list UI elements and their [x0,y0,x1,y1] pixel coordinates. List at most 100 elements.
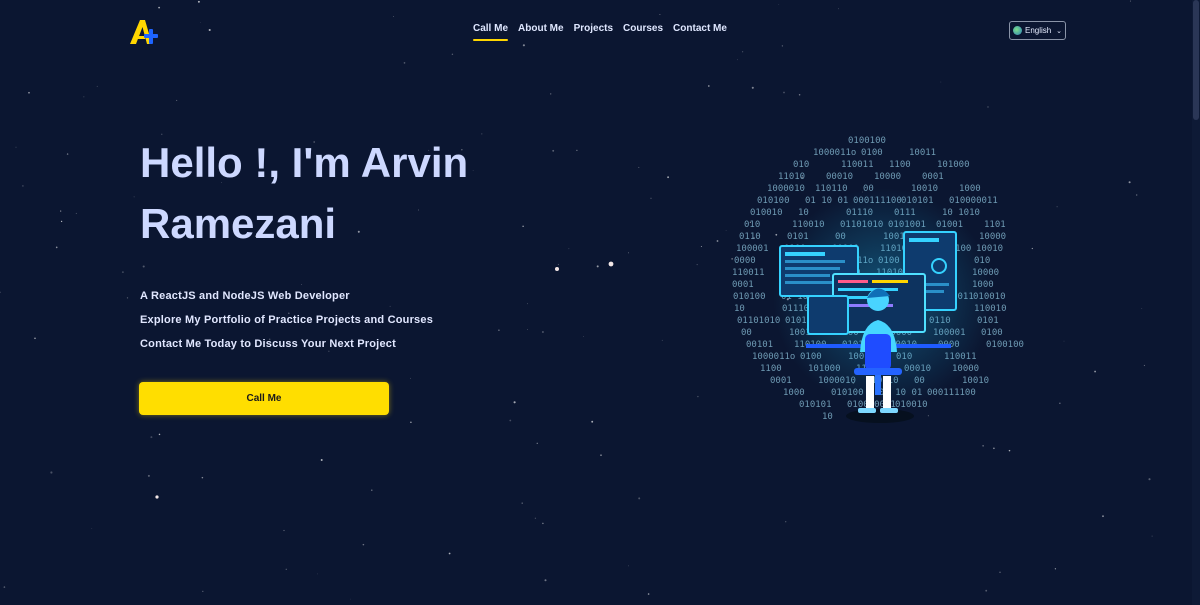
star [536,442,538,444]
star [1054,568,1057,570]
bright-star [555,267,559,271]
star [34,337,36,340]
star [999,571,1001,573]
star [1056,206,1058,208]
star [838,8,839,10]
star [410,421,412,423]
nav-call-me[interactable]: Call Me [473,23,509,41]
star [75,212,77,214]
star [541,330,544,334]
star [596,265,599,268]
star [542,522,544,525]
star [993,447,995,450]
star [28,91,30,94]
star [521,502,523,504]
star [985,589,988,592]
star [15,146,17,148]
star [1129,0,1132,2]
star [410,377,411,379]
star [638,166,640,168]
star [1143,364,1145,367]
star [600,454,602,456]
star [60,210,62,212]
star [176,99,178,101]
scrollbar[interactable] [1192,0,1200,605]
star [22,185,24,187]
language-select[interactable]: English ⌄ [1009,21,1066,40]
globe-icon [1013,26,1022,35]
star [741,51,744,53]
chevron-down-icon: ⌄ [1056,27,1062,35]
star [96,85,98,87]
star [798,94,801,96]
developer-at-computer-illustration [773,188,993,423]
star [133,196,135,198]
call-me-button[interactable]: Call Me [139,382,389,415]
star [638,497,641,500]
star [498,329,500,332]
star [696,264,698,266]
star [987,106,989,108]
star [783,91,785,94]
star [201,476,204,479]
star [1141,308,1143,310]
star [66,153,69,155]
star [550,93,552,95]
star [317,573,318,575]
star [576,149,578,152]
star [121,271,124,274]
star [736,59,738,61]
star [371,489,373,491]
nav-courses[interactable]: Courses [623,23,663,34]
star [526,329,528,331]
bright-star [608,261,614,267]
star [628,565,629,567]
star [509,419,512,422]
star [197,0,200,3]
nav-about-me[interactable]: About Me [518,23,564,34]
star [147,474,150,477]
star [659,13,661,16]
star [583,336,584,337]
star [522,44,525,47]
a-plus-logo-icon[interactable] [128,17,162,47]
star [200,22,202,23]
bright-star [155,495,159,499]
hero-line-role: A ReactJS and NodeJS Web Developer [140,290,350,302]
nav-projects[interactable]: Projects [574,23,613,34]
star [403,62,406,64]
star [751,86,754,89]
star [301,284,303,285]
star [55,246,58,249]
star [650,197,652,199]
star [350,598,351,600]
star [3,586,6,588]
nav-contact-me[interactable]: Contact Me [673,23,727,34]
star [1094,370,1097,373]
star [647,593,650,595]
star [202,590,204,593]
star [781,45,784,47]
star [778,4,780,5]
star [568,248,570,250]
star [591,420,594,423]
hero-line-portfolio: Explore My Portfolio of Practice Project… [140,314,434,326]
language-selected-value: English [1025,26,1052,35]
star [1148,478,1151,481]
star [513,401,516,404]
scrollbar-thumb[interactable] [1193,0,1199,120]
star [544,579,547,582]
hero-line-contact: Contact Me Today to Discuss Your Next Pr… [140,338,396,350]
star [448,552,451,555]
star [1063,340,1065,342]
hero-title: Hello !, I'm Arvin Ramezani [140,139,469,247]
main-nav: Call Me About Me Projects Courses Contac… [473,23,727,41]
star [150,436,153,439]
star [1059,402,1061,404]
star [393,16,394,17]
star [785,521,787,523]
star [940,81,942,83]
developer-illustration: 0100100 1000011o 0100 10011 010 110011 1100 101… [718,128,1036,428]
star [982,445,984,447]
star [451,53,454,56]
